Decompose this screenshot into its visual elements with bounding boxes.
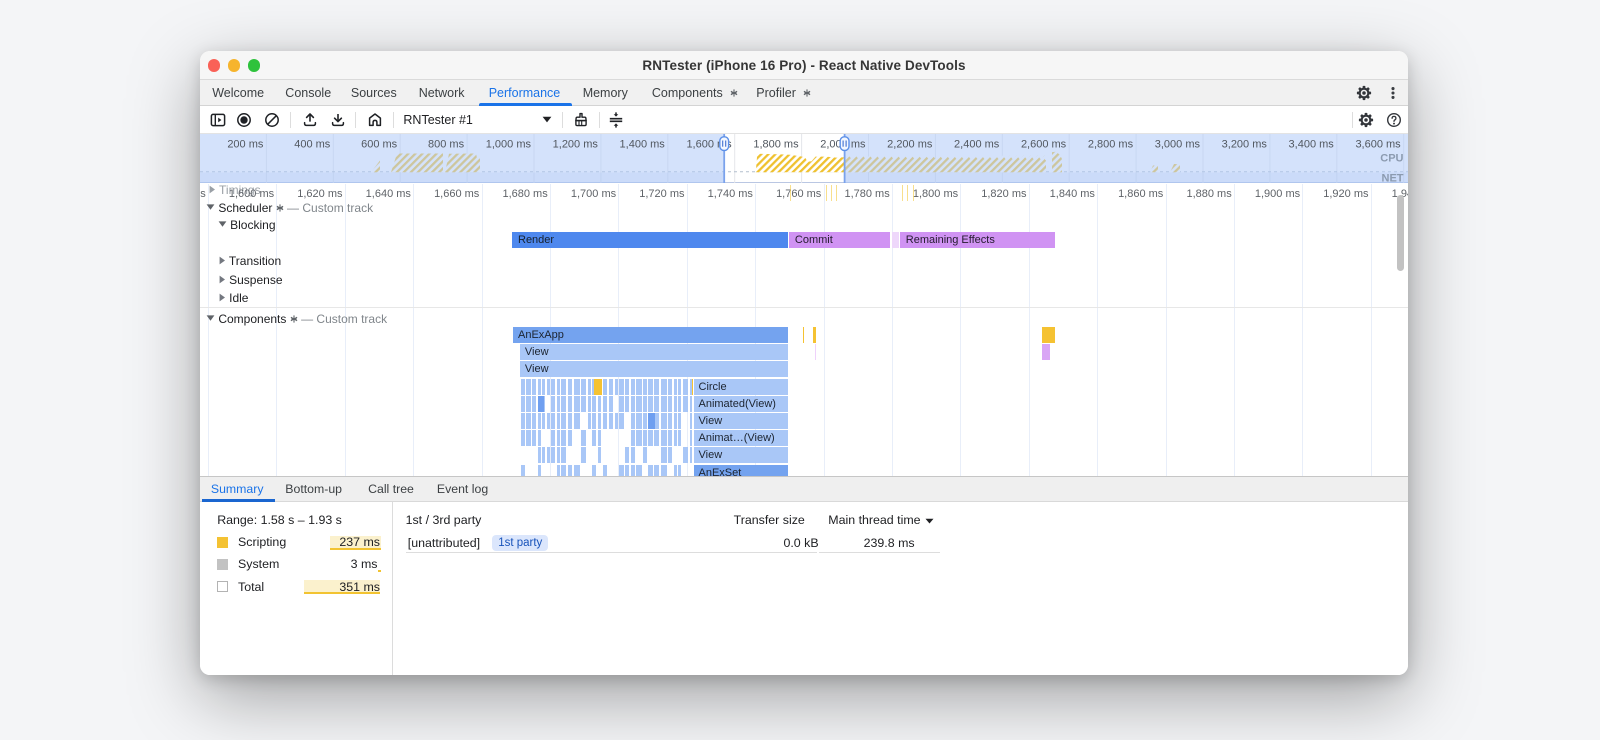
svg-text:2,600 ms: 2,600 ms	[1021, 139, 1067, 151]
svg-text:200 ms: 200 ms	[227, 139, 264, 151]
svg-text:3,200 ms: 3,200 ms	[1222, 139, 1268, 151]
svg-text:1,400 ms: 1,400 ms	[620, 139, 666, 151]
svg-text:1,000 ms: 1,000 ms	[486, 139, 532, 151]
svg-text:1,200 ms: 1,200 ms	[553, 139, 599, 151]
svg-text:2,200 ms: 2,200 ms	[887, 139, 933, 151]
svg-text:3,000 ms: 3,000 ms	[1155, 139, 1201, 151]
svg-text:NET: NET	[1382, 173, 1404, 184]
svg-text:3,400 ms: 3,400 ms	[1289, 139, 1335, 151]
svg-text:2,800 ms: 2,800 ms	[1088, 139, 1134, 151]
svg-text:1,800 ms: 1,800 ms	[753, 139, 799, 151]
svg-text:CPU: CPU	[1380, 153, 1403, 165]
svg-text:2,400 ms: 2,400 ms	[954, 139, 1000, 151]
svg-text:400 ms: 400 ms	[294, 139, 331, 151]
svg-text:800 ms: 800 ms	[428, 139, 465, 151]
svg-text:600 ms: 600 ms	[361, 139, 398, 151]
svg-text:3,600 ms: 3,600 ms	[1355, 139, 1401, 151]
